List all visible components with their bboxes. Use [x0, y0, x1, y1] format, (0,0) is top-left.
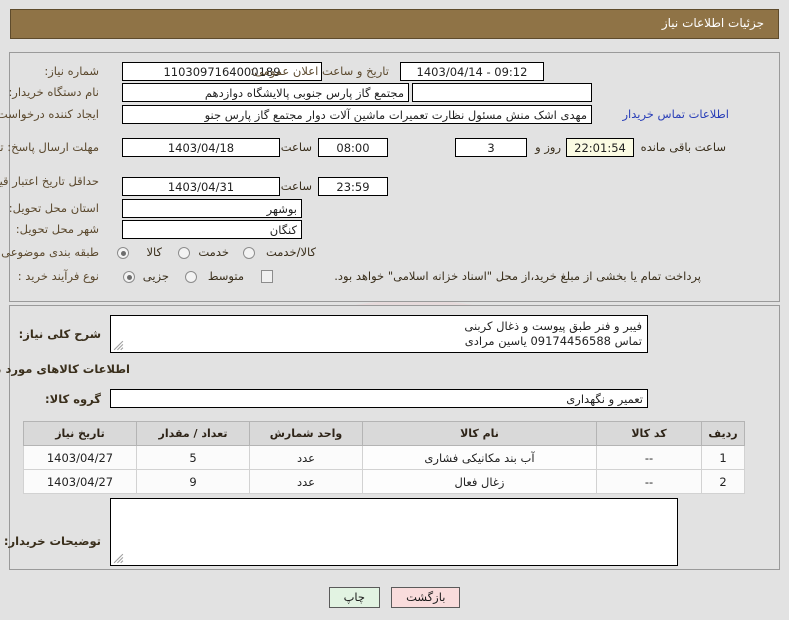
th-row: ردیف: [701, 421, 745, 446]
radio-category-both-label: کالا/خدمت: [265, 245, 316, 259]
remaining-days-label: روز و: [535, 140, 561, 154]
radio-category-service-label: خدمت: [198, 245, 229, 259]
radio-category-goods[interactable]: [117, 247, 129, 259]
cell-date: 1403/04/27: [23, 445, 137, 470]
th-name: نام کالا: [362, 421, 597, 446]
cell-qty: 9: [136, 469, 250, 494]
th-unit: واحد شمارش: [249, 421, 363, 446]
print-button[interactable]: چاپ: [328, 587, 381, 608]
delivery-province-label: استان محل تحویل:: [8, 201, 99, 215]
goods-group-field[interactable]: تعمیر و نگهداری: [110, 389, 648, 408]
need-summary-text: فیبر و فنر طبق پیوست و ذغال کربنی تماس 09…: [464, 319, 642, 348]
page-title: جزئیات اطلاعات نیاز: [661, 16, 764, 30]
radio-category-service[interactable]: [178, 247, 190, 259]
resize-grip-icon[interactable]: [113, 340, 124, 351]
treasury-docs-label: پرداخت تمام یا بخشی از مبلغ خرید،از محل …: [334, 269, 701, 283]
page-title-bar: جزئیات اطلاعات نیاز: [10, 9, 779, 39]
price-validity-date-field[interactable]: 1403/04/31: [122, 177, 280, 196]
radio-category-both[interactable]: [243, 247, 255, 259]
price-validity-hour-label: ساعت: [280, 179, 312, 193]
page-root: AriaTender.net جزئیات اطلاعات نیاز شماره…: [0, 0, 789, 620]
reply-deadline-date-field[interactable]: 1403/04/18: [122, 138, 280, 157]
th-code: کد کالا: [596, 421, 702, 446]
cell-name: زغال فعال: [362, 469, 597, 494]
buyer-org-label: نام دستگاه خریدار:: [8, 85, 99, 99]
price-validity-time-field[interactable]: 23:59: [318, 177, 388, 196]
need-number-label: شماره نیاز:: [44, 64, 99, 78]
goods-table: ردیف کد کالا نام کالا واحد شمارش تعداد /…: [23, 421, 745, 494]
cell-qty: 5: [136, 445, 250, 470]
cell-code: --: [596, 445, 702, 470]
radio-process-medium[interactable]: [185, 271, 197, 283]
remaining-time-field: 22:01:54: [566, 138, 634, 157]
delivery-city-field[interactable]: کنگان: [122, 220, 302, 239]
th-qty: تعداد / مقدار: [136, 421, 250, 446]
reply-deadline-label: مهلت ارسال پاسخ: تا تاریخ:: [0, 140, 99, 154]
cell-row: 2: [701, 469, 745, 494]
table-row: 1 -- آب بند مکانیکی فشاری عدد 5 1403/04/27: [23, 445, 745, 470]
process-type-label: نوع فرآیند خرید :: [17, 269, 99, 283]
cell-name: آب بند مکانیکی فشاری: [362, 445, 597, 470]
need-summary-textarea[interactable]: فیبر و فنر طبق پیوست و ذغال کربنی تماس 09…: [110, 315, 648, 353]
remaining-time-label: ساعت باقی مانده: [640, 140, 726, 154]
delivery-province-field[interactable]: بوشهر: [122, 199, 302, 218]
buyer-notes-label: توضیحات خریدار:: [3, 534, 101, 548]
public-announce-field[interactable]: 1403/04/14 - 09:12: [400, 62, 544, 81]
treasury-docs-checkbox[interactable]: [261, 270, 273, 283]
th-date: تاریخ نیاز: [23, 421, 137, 446]
back-button[interactable]: بازگشت: [391, 587, 461, 608]
resize-grip-icon[interactable]: [113, 553, 124, 564]
buyer-contact-link[interactable]: اطلاعات تماس خریدار: [622, 107, 729, 121]
radio-process-minor[interactable]: [123, 271, 135, 283]
cell-unit: عدد: [249, 445, 363, 470]
table-header-row: ردیف کد کالا نام کالا واحد شمارش تعداد /…: [23, 421, 745, 446]
price-validity-label: حداقل تاریخ اعتبار قیمت: تا تاریخ:: [0, 174, 99, 188]
subject-category-label: طبقه بندی موضوعی:: [0, 245, 99, 259]
goods-info-title: اطلاعات کالاهای مورد نیاز: [0, 362, 130, 376]
remaining-days-field: 3: [455, 138, 527, 157]
reply-deadline-time-field[interactable]: 08:00: [318, 138, 388, 157]
cell-unit: عدد: [249, 469, 363, 494]
buyer-notes-textarea[interactable]: [110, 498, 678, 566]
request-creator-field[interactable]: مهدی اشک منش مسئول نظارت تعمیرات ماشین آ…: [122, 105, 592, 124]
radio-process-minor-label: جزیی: [142, 269, 169, 283]
cell-date: 1403/04/27: [23, 469, 137, 494]
table-row: 2 -- زغال فعال عدد 9 1403/04/27: [23, 469, 745, 494]
footer-actions: بازگشت چاپ: [0, 586, 789, 608]
radio-category-goods-label: کالا: [146, 245, 162, 259]
request-creator-label: ایجاد کننده درخواست:: [0, 107, 99, 121]
goods-group-label: گروه کالا:: [45, 392, 101, 406]
buyer-org-field[interactable]: مجتمع گاز پارس جنوبی پالایشگاه دوازدهم: [122, 83, 409, 102]
cell-row: 1: [701, 445, 745, 470]
cell-code: --: [596, 469, 702, 494]
radio-process-medium-label: متوسط: [207, 269, 244, 283]
delivery-city-label: شهر محل تحویل:: [15, 222, 99, 236]
goods-table-body: 1 -- آب بند مکانیکی فشاری عدد 5 1403/04/27 2 --…: [23, 445, 745, 494]
buyer-org-field-continued[interactable]: [412, 83, 592, 102]
public-announce-label: تاریخ و ساعت اعلان عمومی:: [250, 64, 389, 78]
reply-deadline-hour-label: ساعت: [280, 140, 312, 154]
need-summary-label: شرح کلی نیاز:: [18, 327, 101, 341]
